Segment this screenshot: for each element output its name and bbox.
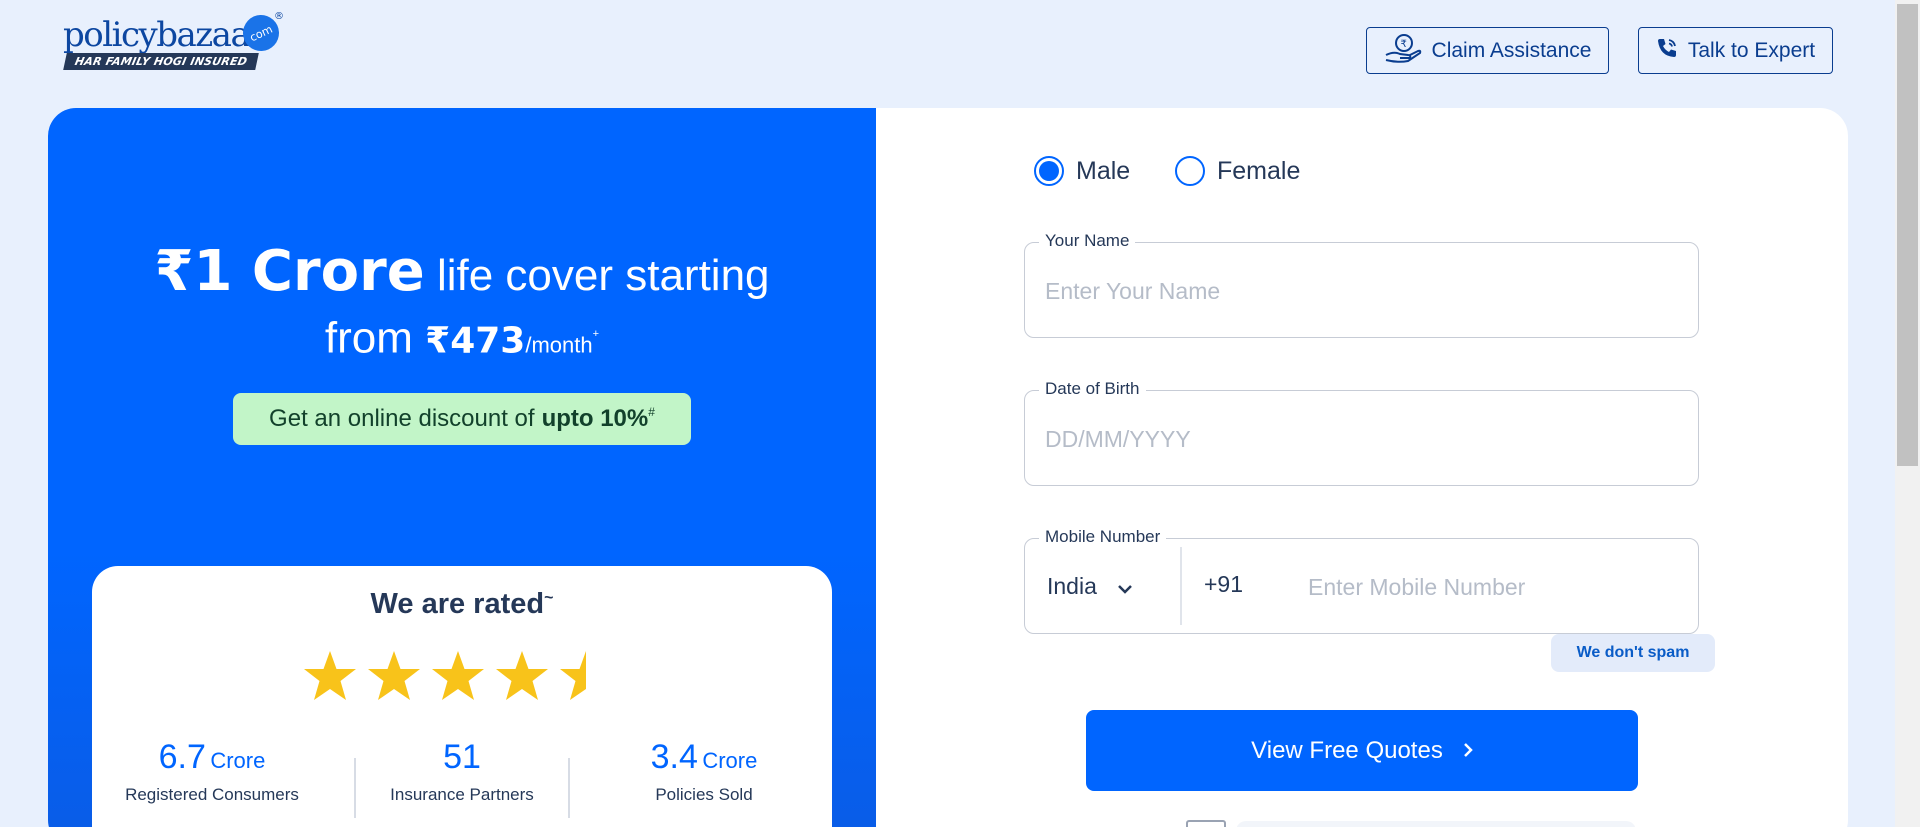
dob-input[interactable] bbox=[1045, 419, 1665, 459]
radio-selected-icon bbox=[1034, 156, 1064, 186]
rating-card: We are rated~ 6.7 Crore Registered Consu… bbox=[92, 566, 832, 827]
talk-to-expert-button[interactable]: Talk to Expert bbox=[1638, 27, 1833, 74]
star-icon bbox=[304, 651, 356, 700]
name-input[interactable] bbox=[1045, 271, 1665, 311]
logo-registered-mark: ® bbox=[274, 11, 284, 22]
stat-number: 51 bbox=[443, 738, 481, 776]
discount-text: Get an online discount of bbox=[269, 405, 535, 432]
svg-text:₹: ₹ bbox=[1400, 39, 1406, 50]
chevron-right-icon bbox=[1463, 737, 1473, 765]
male-label: Male bbox=[1076, 156, 1131, 185]
rating-title: We are rated~ bbox=[92, 588, 832, 621]
mobile-field-label: Mobile Number bbox=[1039, 527, 1167, 547]
claim-assistance-button[interactable]: ₹ Claim Assistance bbox=[1366, 27, 1609, 74]
view-free-quotes-button[interactable]: View Free Quotes bbox=[1086, 710, 1638, 791]
star-icon bbox=[368, 651, 420, 700]
mobile-input[interactable] bbox=[1308, 567, 1678, 607]
rating-title-text: We are rated bbox=[370, 588, 545, 620]
from-text: from bbox=[324, 313, 413, 363]
discount-value: upto 10% bbox=[541, 405, 649, 432]
no-spam-badge: We don't spam bbox=[1551, 634, 1715, 672]
hero-panel: ₹1 Crore life cover starting from ₹473/m… bbox=[48, 108, 876, 827]
online-discount-badge: Get an online discount of upto 10% # bbox=[233, 393, 691, 445]
dial-code: +91 bbox=[1204, 571, 1244, 597]
logo-wordmark: policybazaar bbox=[63, 15, 265, 55]
dob-field-label: Date of Birth bbox=[1039, 379, 1146, 399]
cover-amount: ₹1 Crore bbox=[154, 239, 425, 304]
star-icon bbox=[496, 651, 548, 700]
dob-field: Date of Birth bbox=[1024, 379, 1699, 486]
stat-number: 3.4 bbox=[650, 738, 698, 776]
checkbox-icon[interactable] bbox=[1186, 820, 1226, 827]
female-label: Female bbox=[1217, 156, 1301, 185]
stat-label: Registered Consumers bbox=[125, 785, 299, 804]
stat-consumers: 6.7 Crore Registered Consumers bbox=[92, 738, 332, 805]
star-icon bbox=[432, 651, 484, 700]
price-footnote-mark: + bbox=[592, 328, 600, 340]
stat-divider bbox=[568, 758, 570, 818]
gender-female-radio[interactable]: Female bbox=[1175, 156, 1300, 186]
talk-to-expert-label: Talk to Expert bbox=[1687, 38, 1816, 62]
phone-icon bbox=[1656, 37, 1678, 65]
discount-footnote-mark: # bbox=[648, 405, 655, 419]
star-rating bbox=[302, 649, 602, 709]
quote-form: Male Female Your Name Date of Birth Mobi… bbox=[876, 108, 1848, 827]
cta-label: View Free Quotes bbox=[1251, 736, 1443, 764]
policybazaar-logo[interactable]: policybazaar com ® HAR FAMILY HOGI INSUR… bbox=[63, 9, 293, 75]
per-month-text: /month bbox=[525, 332, 593, 358]
hand-rupee-icon: ₹ bbox=[1384, 33, 1422, 69]
consent-strip bbox=[1236, 821, 1636, 827]
mobile-field: Mobile Number India +91 bbox=[1024, 527, 1699, 634]
hero-headline: ₹1 Crore life cover starting from ₹473/m… bbox=[48, 243, 876, 375]
chevron-down-icon bbox=[1117, 573, 1133, 600]
stat-unit: Crore bbox=[210, 748, 266, 773]
main-card: ₹1 Crore life cover starting from ₹473/m… bbox=[48, 108, 1848, 827]
country-value: India bbox=[1047, 573, 1097, 599]
star-icon bbox=[560, 651, 586, 700]
stat-partners: 51 Insurance Partners bbox=[342, 738, 582, 805]
premium-price: ₹473 bbox=[425, 320, 526, 362]
country-select[interactable]: India bbox=[1047, 573, 1133, 600]
stat-label: Insurance Partners bbox=[390, 785, 534, 804]
stat-policies: 3.4 Crore Policies Sold bbox=[584, 738, 824, 805]
stat-unit: Crore bbox=[702, 748, 758, 773]
stat-label: Policies Sold bbox=[655, 785, 753, 804]
name-field-label: Your Name bbox=[1039, 231, 1136, 251]
name-field: Your Name bbox=[1024, 231, 1699, 338]
country-divider bbox=[1180, 547, 1182, 625]
rating-footnote-mark: ~ bbox=[544, 589, 554, 607]
claim-assistance-label: Claim Assistance bbox=[1431, 38, 1592, 62]
cover-text: life cover starting bbox=[436, 251, 770, 300]
scrollbar-thumb[interactable] bbox=[1897, 4, 1918, 466]
logo-tagline: HAR FAMILY HOGI INSURED bbox=[63, 53, 259, 70]
radio-unselected-icon bbox=[1175, 156, 1205, 186]
gender-male-radio[interactable]: Male bbox=[1034, 156, 1130, 186]
stat-number: 6.7 bbox=[158, 738, 206, 776]
